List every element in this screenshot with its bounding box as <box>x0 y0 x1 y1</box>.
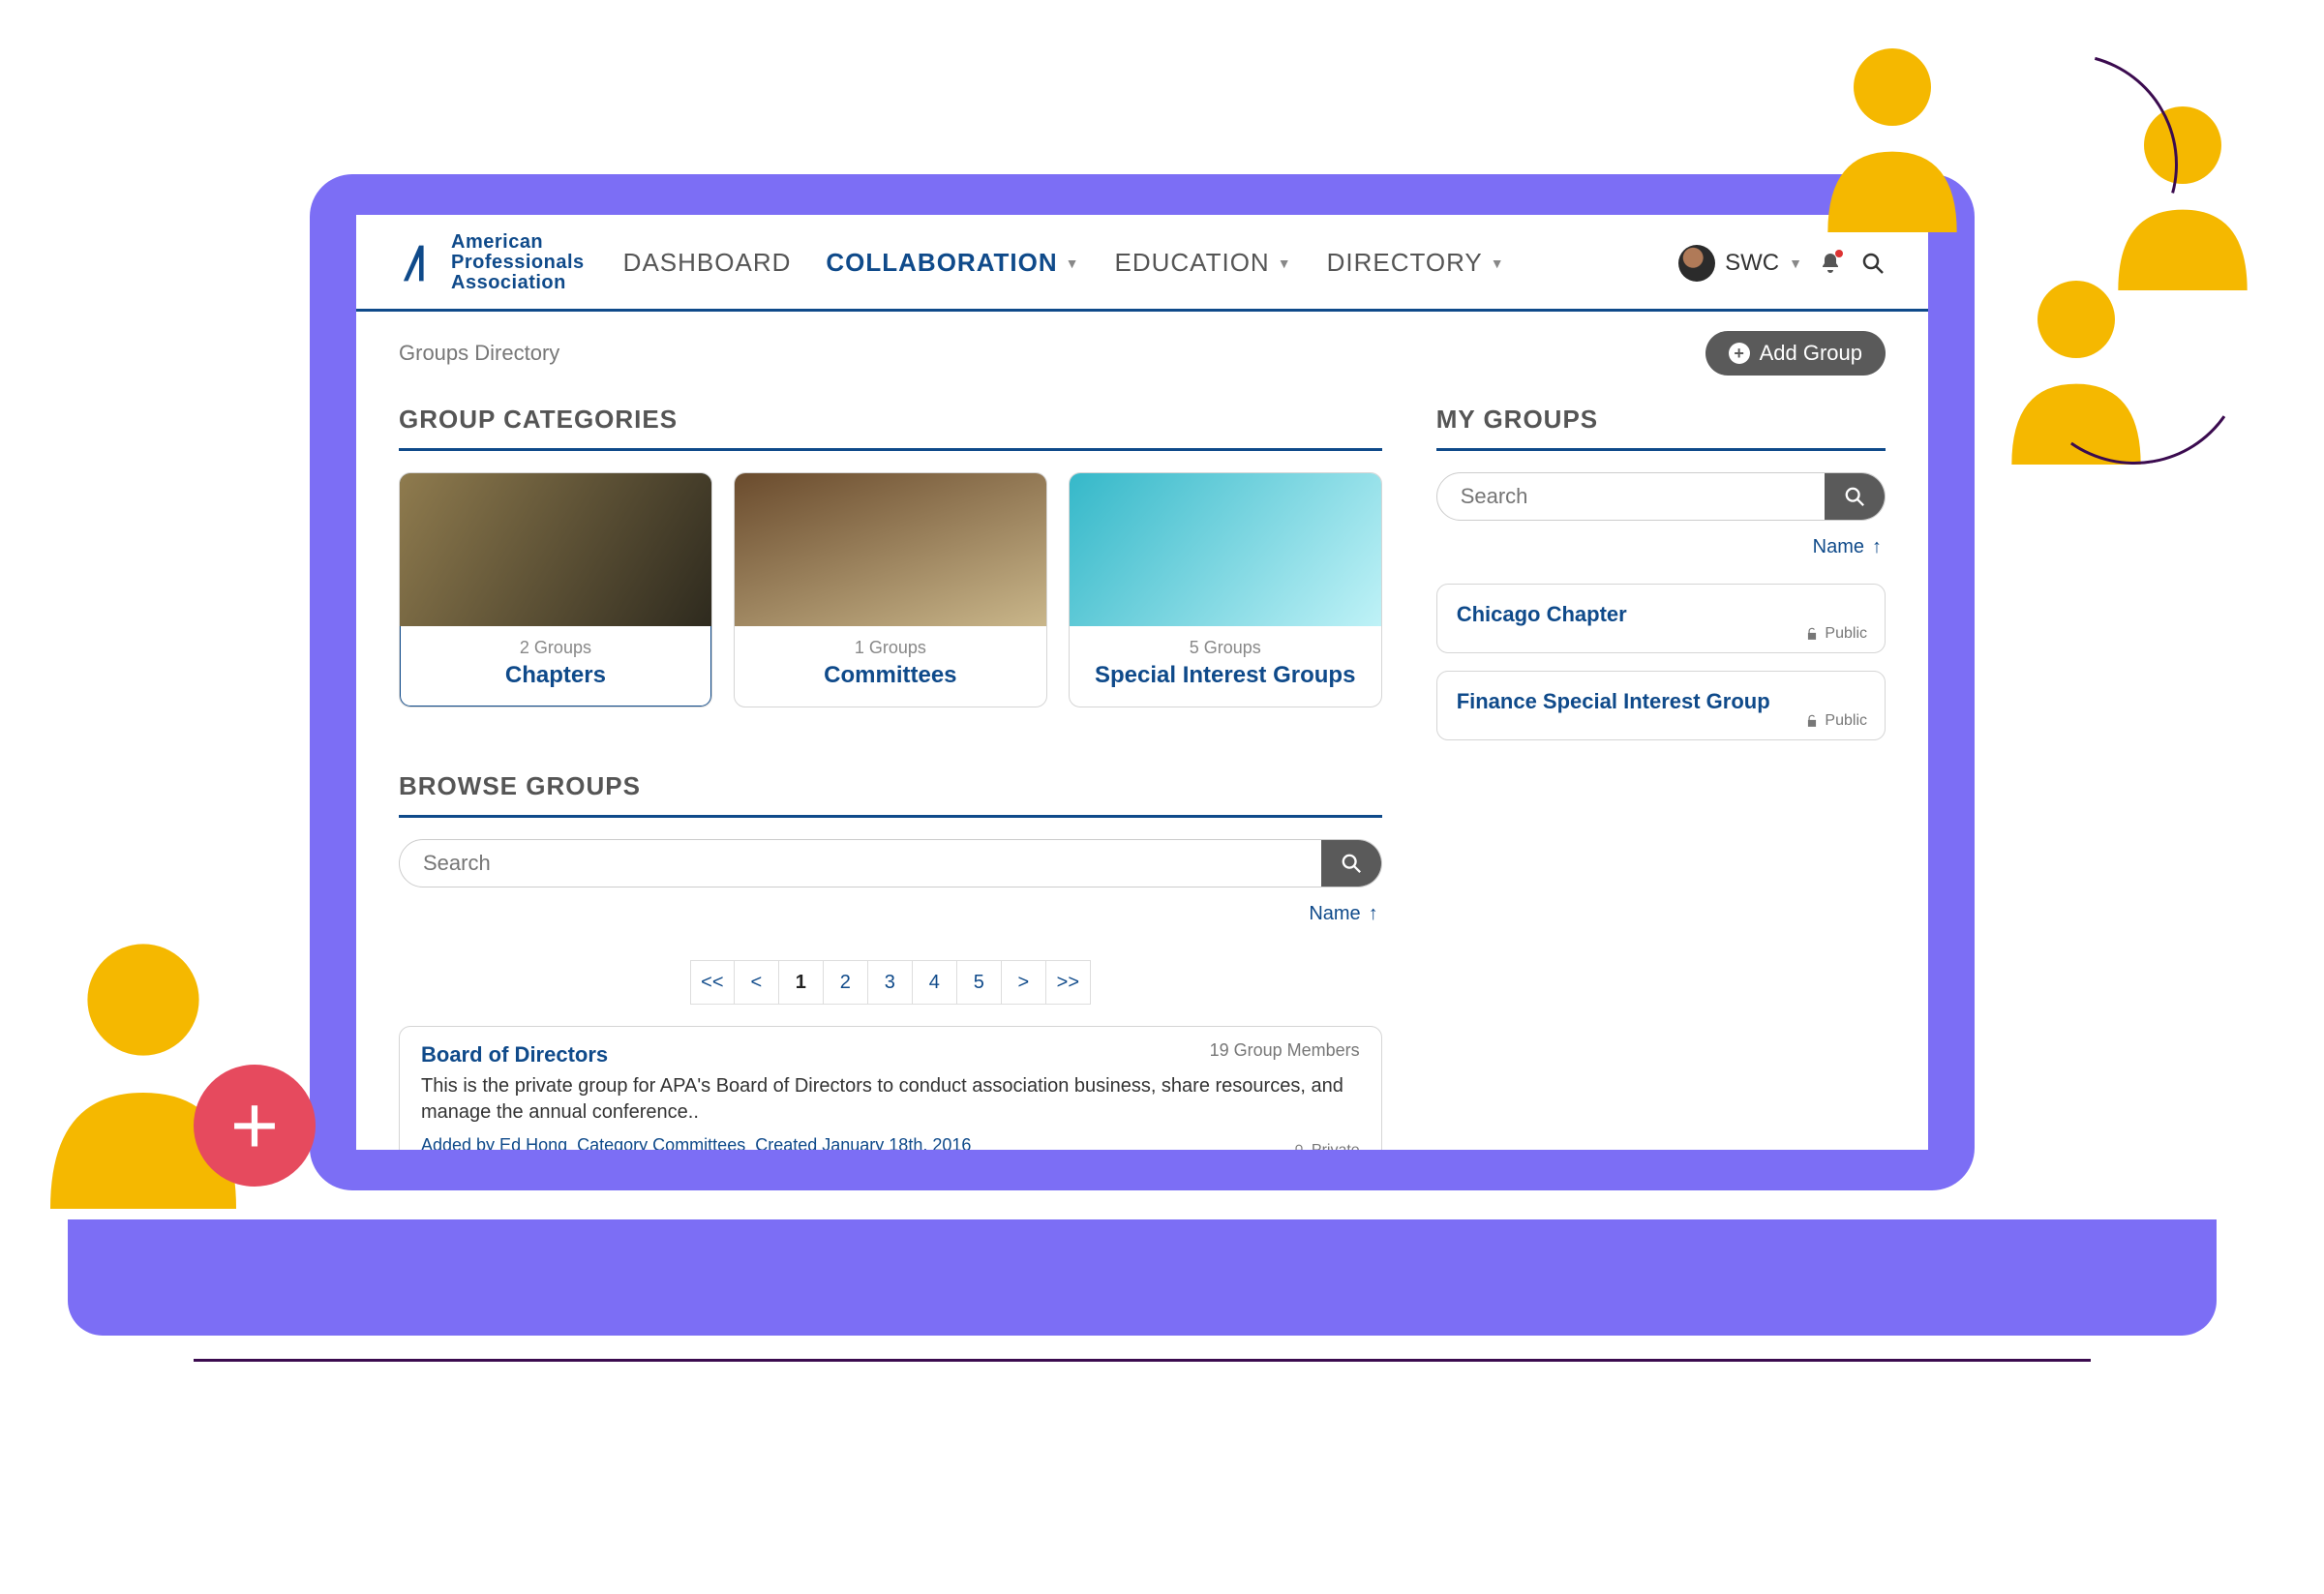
notification-dot-icon <box>1835 250 1843 257</box>
mygroups-search-input[interactable] <box>1437 473 1825 520</box>
browse-search-input[interactable] <box>400 840 1321 887</box>
mygroup-item[interactable]: Chicago Chapter Public <box>1436 584 1886 653</box>
add-person-icon: + <box>194 1065 316 1187</box>
nav-directory[interactable]: DIRECTORY▼ <box>1327 248 1505 278</box>
chevron-down-icon: ▼ <box>1789 256 1802 271</box>
lock-icon <box>1292 1144 1306 1150</box>
category-count: 5 Groups <box>1077 638 1373 658</box>
browse-sort[interactable]: Name↑ <box>403 903 1378 925</box>
global-search-button[interactable] <box>1858 249 1887 278</box>
pager-next[interactable]: > <box>1002 960 1046 1005</box>
chevron-down-icon: ▼ <box>1278 256 1292 271</box>
browse-groups-heading: BROWSE GROUPS <box>399 752 1382 818</box>
search-icon <box>1341 853 1362 874</box>
pager-page-4[interactable]: 4 <box>913 960 957 1005</box>
app-window: American Professionals Association DASHB… <box>356 215 1928 1150</box>
user-menu[interactable]: SWC ▼ <box>1678 245 1802 282</box>
pager: << < 1 2 3 4 5 > >> <box>399 960 1382 1005</box>
category-name: Chapters <box>407 662 704 689</box>
pager-last[interactable]: >> <box>1046 960 1091 1005</box>
group-meta: Added by Ed Hong Category Committees Cre… <box>421 1135 1360 1150</box>
category-name: Special Interest Groups <box>1077 662 1373 689</box>
mygroup-name: Chicago Chapter <box>1457 602 1865 627</box>
pager-page-1[interactable]: 1 <box>779 960 824 1005</box>
notifications-button[interactable] <box>1816 249 1845 278</box>
search-icon <box>1861 252 1885 275</box>
mygroups-sort[interactable]: Name↑ <box>1440 536 1882 558</box>
mygroup-privacy: Public <box>1805 712 1867 730</box>
chevron-down-icon: ▼ <box>1066 256 1080 271</box>
sort-asc-icon: ↑ <box>1872 536 1882 557</box>
chevron-down-icon: ▼ <box>1491 256 1505 271</box>
category-name: Committees <box>742 662 1039 689</box>
category-card-committees[interactable]: 1 Groups Committees <box>734 472 1047 707</box>
group-list-item[interactable]: Board of Directors 19 Group Members This… <box>399 1026 1382 1150</box>
browse-search <box>399 839 1382 887</box>
mygroups-search <box>1436 472 1886 521</box>
category-card-chapters[interactable]: 2 Groups Chapters <box>399 472 712 707</box>
group-description: This is the private group for APA's Boar… <box>421 1073 1360 1126</box>
main-nav: DASHBOARD COLLABORATION▼ EDUCATION▼ DIRE… <box>623 248 1505 278</box>
mygroups-search-button[interactable] <box>1825 473 1885 520</box>
group-categories-heading: GROUP CATEGORIES <box>399 385 1382 451</box>
brand-text: American Professionals Association <box>451 232 585 293</box>
pager-first[interactable]: << <box>690 960 735 1005</box>
pager-page-3[interactable]: 3 <box>868 960 913 1005</box>
nav-dashboard[interactable]: DASHBOARD <box>623 248 792 278</box>
unlock-icon <box>1805 627 1819 641</box>
laptop-base <box>68 1219 2217 1336</box>
search-icon <box>1844 486 1865 507</box>
user-initials: SWC <box>1725 250 1779 277</box>
mygroup-item[interactable]: Finance Special Interest Group Public <box>1436 671 1886 740</box>
laptop-frame: American Professionals Association DASHB… <box>310 174 1975 1190</box>
pager-page-5[interactable]: 5 <box>957 960 1002 1005</box>
category-count: 2 Groups <box>407 638 704 658</box>
avatar <box>1678 245 1715 282</box>
group-members: 19 Group Members <box>1210 1040 1360 1061</box>
unlock-icon <box>1805 714 1819 728</box>
pager-page-2[interactable]: 2 <box>824 960 868 1005</box>
pager-prev[interactable]: < <box>735 960 779 1005</box>
laptop-shadow <box>194 1359 2091 1362</box>
sort-asc-icon: ↑ <box>1369 903 1378 924</box>
category-image <box>400 473 711 626</box>
category-image <box>1070 473 1381 626</box>
breadcrumb: Groups Directory <box>399 341 559 366</box>
nav-collaboration[interactable]: COLLABORATION▼ <box>826 248 1079 278</box>
brand-logo[interactable]: American Professionals Association <box>397 232 585 293</box>
person-icon <box>1810 39 1975 232</box>
brand-mark-icon <box>397 241 441 286</box>
category-count: 1 Groups <box>742 638 1039 658</box>
browse-search-button[interactable] <box>1321 840 1381 887</box>
nav-education[interactable]: EDUCATION▼ <box>1115 248 1292 278</box>
category-image <box>735 473 1046 626</box>
top-bar: American Professionals Association DASHB… <box>356 215 1928 312</box>
category-card-sig[interactable]: 5 Groups Special Interest Groups <box>1069 472 1382 707</box>
my-groups-heading: MY GROUPS <box>1436 385 1886 451</box>
category-cards: 2 Groups Chapters 1 Groups Committees <box>399 472 1382 707</box>
mygroup-name: Finance Special Interest Group <box>1457 689 1865 714</box>
add-group-button[interactable]: + Add Group <box>1705 331 1886 376</box>
mygroup-privacy: Public <box>1805 625 1867 643</box>
plus-icon: + <box>1729 343 1750 364</box>
group-privacy: Private <box>1292 1142 1360 1150</box>
